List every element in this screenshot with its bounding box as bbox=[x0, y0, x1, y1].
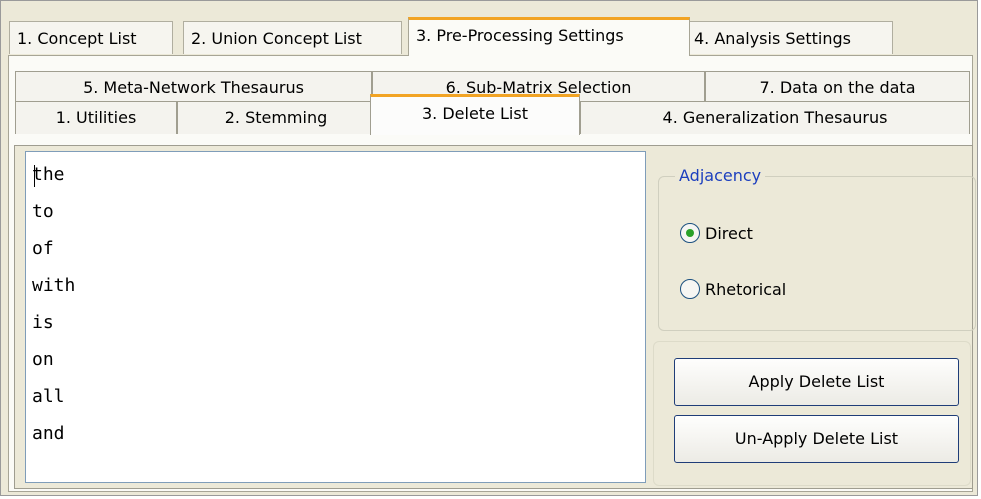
delete-word: to bbox=[32, 201, 54, 222]
text-caret bbox=[34, 165, 35, 187]
unapply-delete-list-button[interactable]: Un-Apply Delete List bbox=[674, 415, 959, 463]
tab-pre-processing-settings[interactable]: 3. Pre-Processing Settings bbox=[408, 17, 690, 56]
adjacency-group-title: Adjacency bbox=[675, 166, 766, 185]
delete-list-textarea[interactable]: the to of with is on all and bbox=[25, 151, 646, 483]
delete-list-panel: the to of with is on all and Adjacency D… bbox=[14, 145, 976, 489]
delete-word: all bbox=[32, 386, 65, 407]
tab-generalization-thesaurus[interactable]: 4. Generalization Thesaurus bbox=[580, 101, 970, 134]
apply-delete-list-button[interactable]: Apply Delete List bbox=[674, 358, 959, 406]
tab-analysis-settings[interactable]: 4. Analysis Settings bbox=[686, 21, 893, 54]
tab-data-on-the-data[interactable]: 7. Data on the data bbox=[705, 71, 970, 104]
tab-stemming[interactable]: 2. Stemming bbox=[177, 101, 375, 134]
tab-union-concept-list[interactable]: 2. Union Concept List bbox=[183, 21, 402, 54]
tab-delete-list[interactable]: 3. Delete List bbox=[370, 94, 580, 135]
radio-direct-label: Direct bbox=[705, 224, 753, 243]
tab-utilities[interactable]: 1. Utilities bbox=[15, 101, 177, 134]
tab-concept-list[interactable]: 1. Concept List bbox=[9, 21, 173, 54]
delete-word: the bbox=[32, 164, 65, 185]
delete-word: of bbox=[32, 238, 54, 259]
delete-word: and bbox=[32, 423, 65, 444]
delete-word: on bbox=[32, 349, 54, 370]
radio-circle-icon bbox=[680, 279, 700, 299]
tab-meta-network-thesaurus[interactable]: 5. Meta-Network Thesaurus bbox=[15, 71, 372, 104]
radio-circle-icon bbox=[680, 223, 700, 243]
radio-rhetorical-label: Rhetorical bbox=[705, 280, 787, 299]
sub-tab-strip: 5. Meta-Network Thesaurus 6. Sub-Matrix … bbox=[15, 66, 972, 148]
adjacency-groupbox bbox=[658, 176, 976, 331]
delete-word: with bbox=[32, 275, 76, 296]
delete-word: is bbox=[32, 312, 54, 333]
radio-selected-dot-icon bbox=[686, 229, 694, 237]
